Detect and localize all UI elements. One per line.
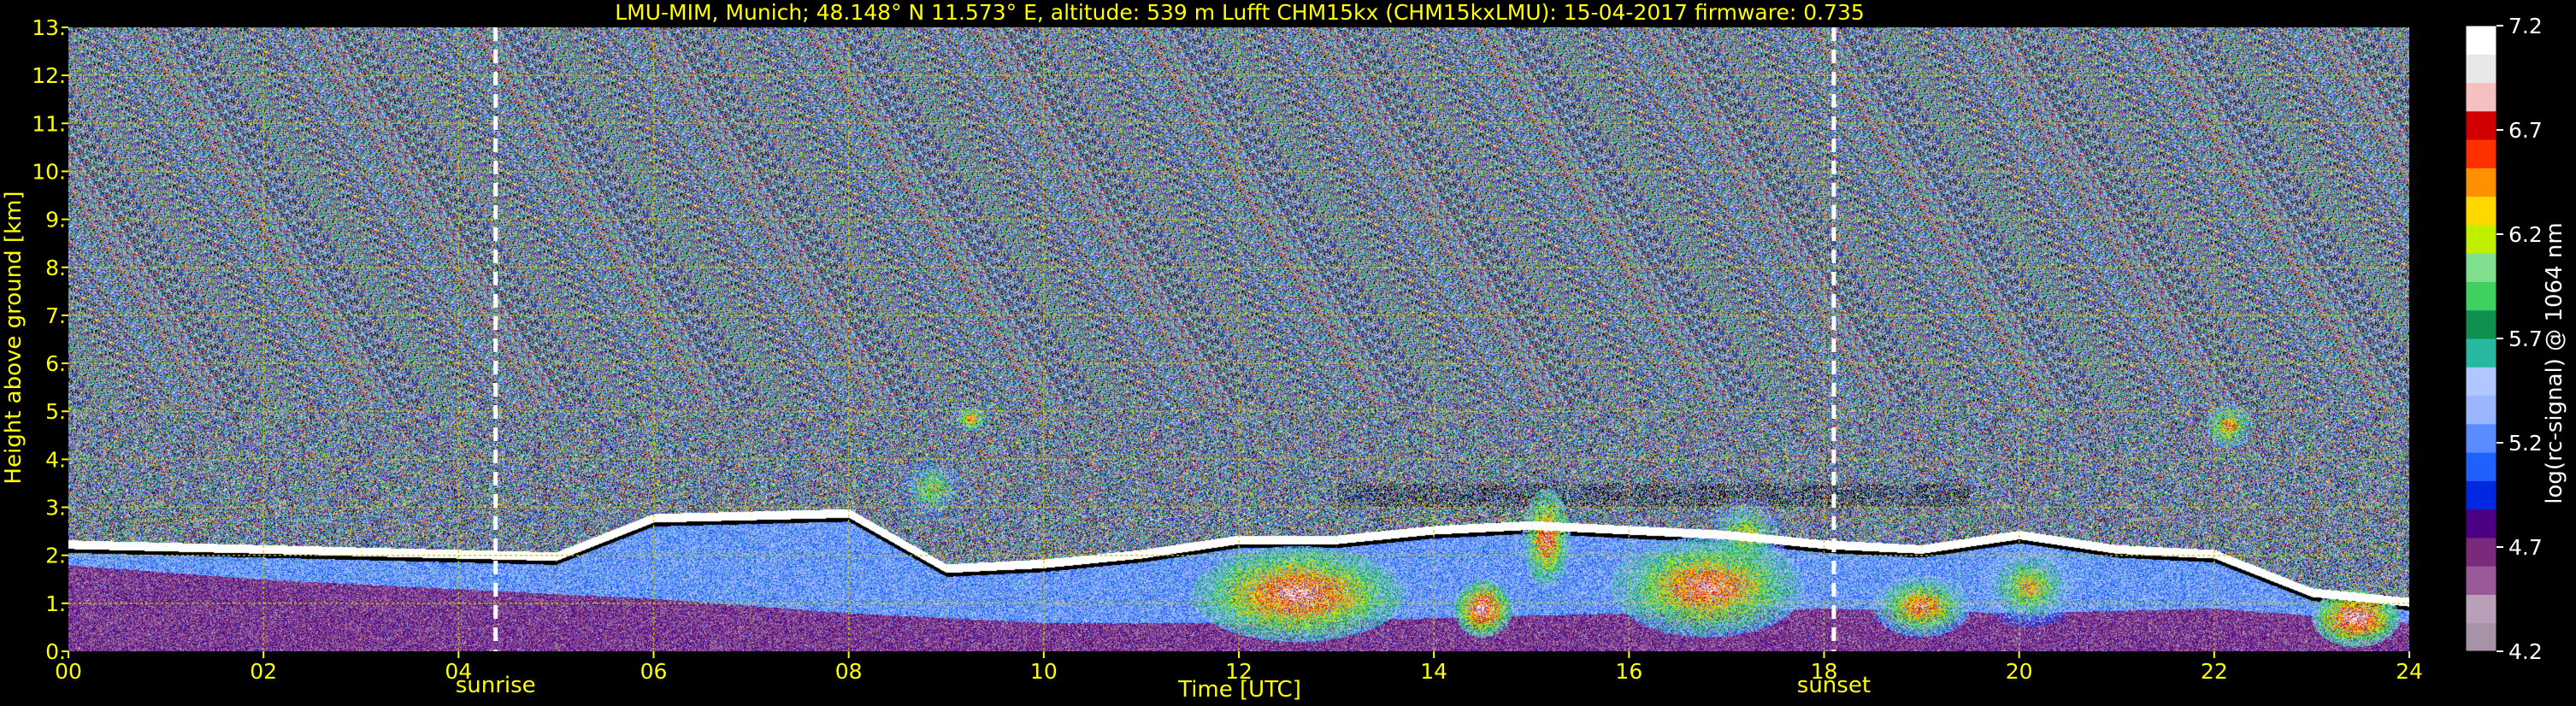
x-tick-label: 10 (1030, 659, 1058, 684)
colorbar-segment (2466, 253, 2496, 282)
colorbar-label: log(rc-signal) @ 1064 nm (2542, 222, 2567, 503)
x-tick-label: 22 (2201, 659, 2228, 684)
y-tick-label: 3. (45, 496, 66, 521)
colorbar (2465, 25, 2497, 652)
colorbar-segment (2466, 139, 2496, 168)
colorbar-segment (2466, 367, 2496, 397)
colorbar-segment (2466, 224, 2496, 254)
colorbar-tick-label: 5.2 (2508, 431, 2543, 456)
colorbar-tick-label: 5.7 (2508, 327, 2543, 351)
colorbar-segment (2466, 338, 2496, 368)
y-tick-label: 13. (32, 15, 66, 40)
ceilometer-chart: sunrise sunset 00 02 04 06 08 10 12 14 16 18 20 22 24… (0, 0, 2576, 706)
y-tick-label: 7. (45, 303, 66, 328)
x-tick-label: 04 (445, 659, 472, 684)
colorbar-segment (2466, 537, 2496, 567)
y-tick-label: 5. (45, 399, 66, 424)
y-tick-label: 11. (32, 111, 66, 136)
chart-title: LMU-MIM, Munich; 48.148° N 11.573° E, al… (615, 0, 1865, 25)
colorbar-segment (2466, 196, 2496, 226)
colorbar-segment (2466, 509, 2496, 538)
y-tick-label: 8. (45, 256, 66, 280)
y-tick-label: 12. (32, 63, 66, 88)
x-tick-label: 08 (835, 659, 863, 684)
x-tick-label: 06 (640, 659, 668, 684)
colorbar-segment (2466, 423, 2496, 453)
colorbar-segment (2466, 452, 2496, 481)
colorbar-segment (2466, 110, 2496, 140)
chart-canvas: sunrise sunset 00 02 04 06 08 10 12 14 16 18 20 22 24… (0, 0, 2576, 706)
colorbar-segment (2466, 168, 2496, 197)
colorbar-segment (2466, 54, 2496, 84)
x-tick-label: 18 (1811, 659, 1838, 684)
colorbar-segment (2466, 566, 2496, 595)
y-tick-label: 9. (45, 208, 66, 232)
x-tick-label: 20 (2006, 659, 2033, 684)
colorbar-tick-label: 4.7 (2508, 535, 2543, 560)
y-tick-label: 10. (32, 159, 66, 184)
y-tick-label: 4. (45, 447, 66, 472)
colorbar-tick-label: 6.2 (2508, 222, 2543, 247)
x-tick-label: 02 (250, 659, 277, 684)
x-tick-label: 14 (1420, 659, 1447, 684)
colorbar-segment (2466, 309, 2496, 339)
y-axis-label: Height above ground [km] (1, 191, 27, 484)
colorbar-tick-label: 7.2 (2508, 14, 2543, 38)
colorbar-tick-label: 6.7 (2508, 118, 2543, 143)
colorbar-segment (2466, 622, 2496, 652)
colorbar-segment (2466, 594, 2496, 624)
x-axis-label: Time [UTC] (1177, 677, 1301, 703)
x-tick-label: 16 (1615, 659, 1642, 684)
colorbar-segment (2466, 281, 2496, 311)
y-tick-label: 2. (45, 544, 66, 568)
colorbar-segment (2466, 82, 2496, 112)
x-tick-label: 24 (2396, 659, 2423, 684)
colorbar-segment (2466, 26, 2496, 55)
y-tick-label: 6. (45, 351, 66, 376)
colorbar-segment (2466, 480, 2496, 510)
colorbar-segment (2466, 395, 2496, 425)
y-tick-label: 0. (45, 639, 66, 664)
y-tick-label: 1. (45, 591, 66, 616)
colorbar-tick-label: 4.2 (2508, 639, 2543, 664)
